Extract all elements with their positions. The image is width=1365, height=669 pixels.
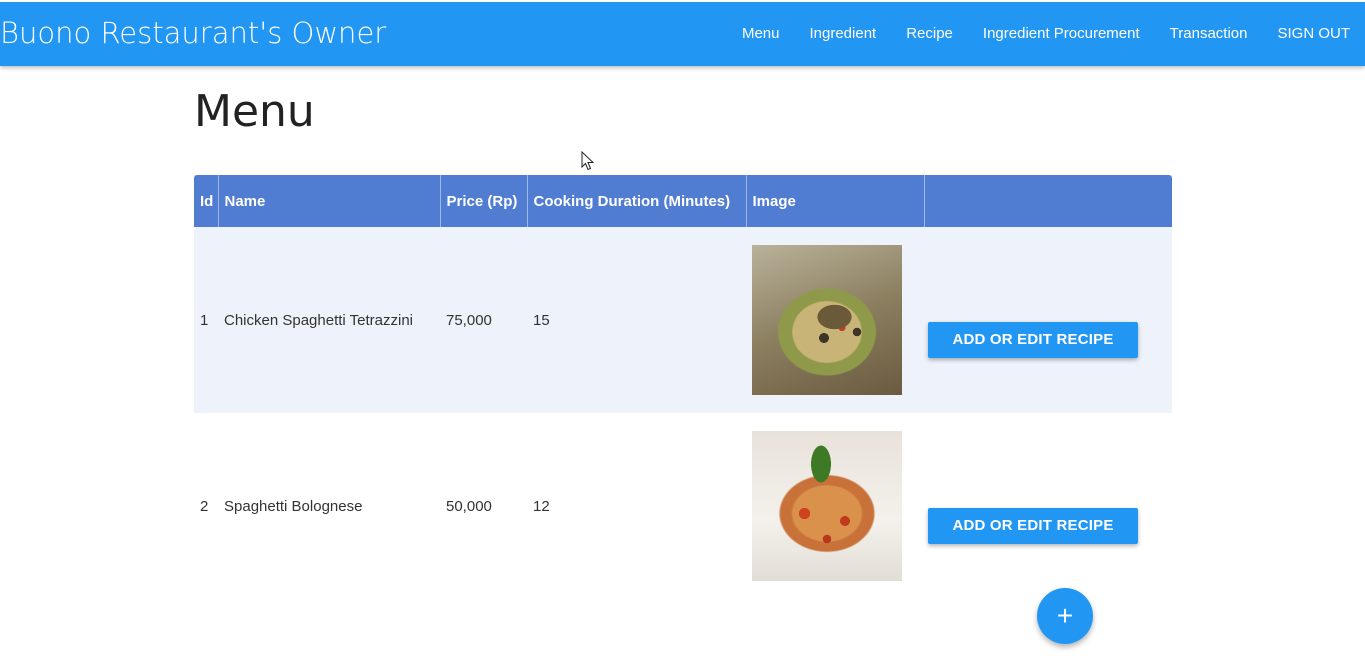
cell-name: Chicken Spaghetti Tetrazzini bbox=[224, 311, 413, 329]
table-row: 1 Chicken Spaghetti Tetrazzini 75,000 15… bbox=[194, 227, 1172, 413]
add-or-edit-recipe-button[interactable]: ADD OR EDIT RECIPE bbox=[928, 508, 1138, 544]
column-header-image: Image bbox=[745, 175, 924, 227]
cell-actions: ADD OR EDIT RECIPE bbox=[924, 413, 1172, 599]
brand-title[interactable]: Buono Restaurant's Owner bbox=[0, 16, 386, 50]
nav-link-menu[interactable]: Menu bbox=[727, 2, 795, 66]
nav-link-ingredient-procurement[interactable]: Ingredient Procurement bbox=[968, 2, 1155, 66]
nav-links: Menu Ingredient Recipe Ingredient Procur… bbox=[727, 2, 1365, 66]
nav-link-transaction[interactable]: Transaction bbox=[1155, 2, 1263, 66]
spaghetti-bolognese-photo bbox=[752, 431, 902, 581]
page-title: Menu bbox=[194, 86, 315, 137]
menu-table-container: Id Name Price (Rp) Cooking Duration (Min… bbox=[194, 175, 1172, 599]
cell-name: Spaghetti Bolognese bbox=[224, 497, 363, 515]
mouse-cursor-icon bbox=[581, 151, 595, 171]
cell-duration: 15 bbox=[533, 311, 550, 329]
menu-table: Id Name Price (Rp) Cooking Duration (Min… bbox=[194, 175, 1172, 599]
add-menu-fab-button[interactable]: + bbox=[1037, 588, 1093, 644]
nav-link-recipe[interactable]: Recipe bbox=[891, 2, 968, 66]
cell-actions: ADD OR EDIT RECIPE bbox=[924, 227, 1172, 413]
table-row: 2 Spaghetti Bolognese 50,000 12 ADD OR E… bbox=[194, 413, 1172, 599]
column-header-cooking-duration: Cooking Duration (Minutes) bbox=[526, 175, 746, 227]
nav-link-ingredient[interactable]: Ingredient bbox=[794, 2, 891, 66]
cell-id: 1 bbox=[200, 311, 209, 329]
cell-price: 75,000 bbox=[446, 311, 492, 329]
cell-price: 50,000 bbox=[446, 497, 492, 515]
column-header-name: Name bbox=[217, 175, 440, 227]
plus-icon: + bbox=[1056, 600, 1074, 631]
table-header-row: Id Name Price (Rp) Cooking Duration (Min… bbox=[194, 175, 1172, 227]
cell-id: 2 bbox=[200, 497, 209, 515]
top-navbar: Buono Restaurant's Owner Menu Ingredient… bbox=[0, 2, 1365, 66]
add-or-edit-recipe-button[interactable]: ADD OR EDIT RECIPE bbox=[928, 322, 1138, 358]
cell-image bbox=[746, 413, 924, 599]
sign-out-link[interactable]: SIGN OUT bbox=[1262, 2, 1365, 66]
column-header-actions bbox=[923, 175, 1172, 227]
cell-duration: 12 bbox=[533, 497, 550, 515]
column-header-price: Price (Rp) bbox=[439, 175, 527, 227]
cell-image bbox=[746, 227, 924, 413]
chicken-spaghetti-tetrazzini-photo bbox=[752, 245, 902, 395]
column-header-id: Id bbox=[200, 192, 214, 210]
